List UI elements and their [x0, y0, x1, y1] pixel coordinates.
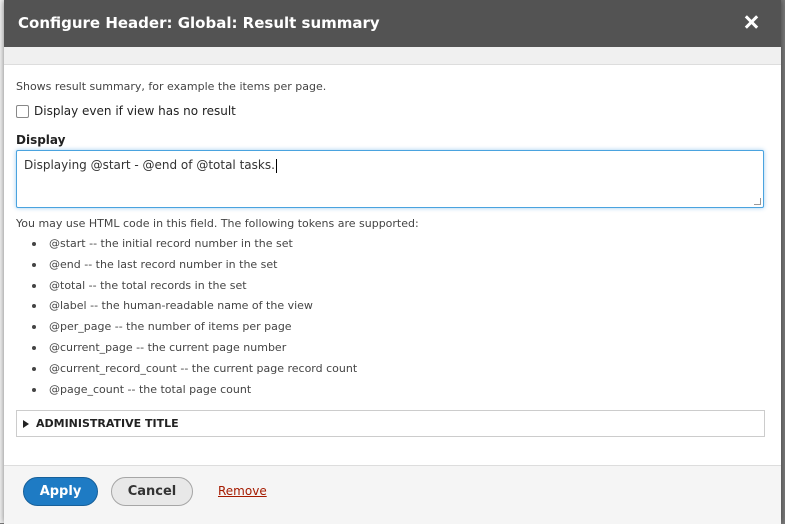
configure-header-dialog: Configure Header: Global: Result summary… [4, 0, 781, 524]
display-field-label: Display [16, 133, 66, 147]
token-list: @start -- the initial record number in t… [32, 236, 357, 402]
remove-link[interactable]: Remove [218, 484, 267, 498]
token-item: @per_page -- the number of items per pag… [32, 319, 357, 340]
dialog-titlebar: Configure Header: Global: Result summary [4, 0, 781, 47]
apply-button[interactable]: Apply [23, 477, 98, 506]
dialog-title: Configure Header: Global: Result summary [18, 14, 380, 32]
display-textarea[interactable]: Displaying @start - @end of @total tasks… [16, 150, 764, 208]
token-item: @current_record_count -- the current pag… [32, 361, 357, 382]
token-item: @start -- the initial record number in t… [32, 236, 357, 257]
display-textarea-value: Displaying @start - @end of @total tasks… [24, 158, 275, 172]
dialog-top-band [4, 47, 781, 65]
expand-triangle-icon[interactable] [23, 420, 29, 428]
token-item: @page_count -- the total page count [32, 382, 357, 403]
tokens-hint: You may use HTML code in this field. The… [16, 217, 419, 230]
token-item: @label -- the human-readable name of the… [32, 298, 357, 319]
display-empty-checkbox-label: Display even if view has no result [34, 104, 236, 118]
token-item: @total -- the total records in the set [32, 278, 357, 299]
display-empty-checkbox-row[interactable]: Display even if view has no result [16, 104, 236, 118]
cancel-button[interactable]: Cancel [111, 477, 193, 506]
close-icon[interactable] [739, 10, 763, 34]
token-item: @current_page -- the current page number [32, 340, 357, 361]
administrative-title-details[interactable]: ADMINISTRATIVE TITLE [16, 410, 765, 437]
text-cursor [275, 158, 277, 173]
field-description: Shows result summary, for example the it… [16, 80, 327, 93]
administrative-title-summary[interactable]: ADMINISTRATIVE TITLE [36, 417, 179, 430]
display-empty-checkbox[interactable] [16, 104, 29, 118]
resize-handle-icon[interactable] [754, 198, 761, 205]
token-item: @end -- the last record number in the se… [32, 257, 357, 278]
dialog-footer: Apply Cancel Remove [4, 465, 781, 524]
dialog-body: Shows result summary, for example the it… [4, 47, 781, 465]
